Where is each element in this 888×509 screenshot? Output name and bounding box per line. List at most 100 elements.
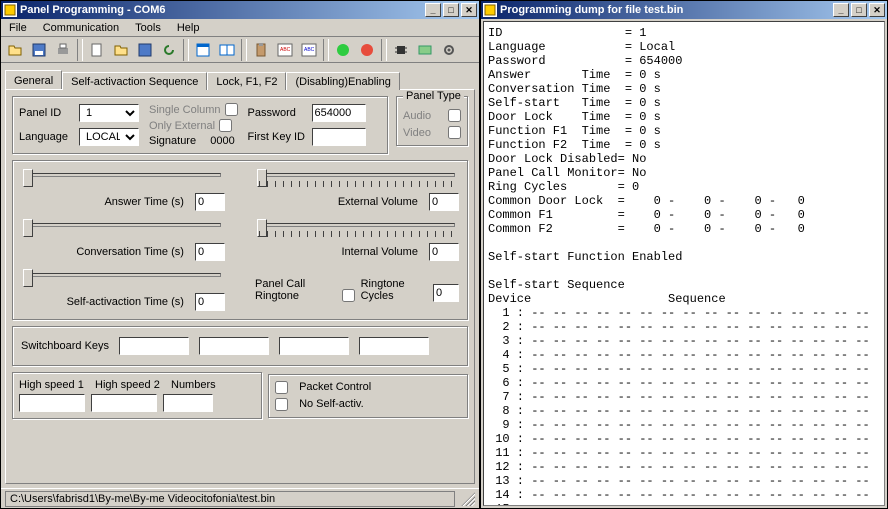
tool-folder-icon[interactable] bbox=[110, 39, 132, 61]
tool-red-ball-icon[interactable] bbox=[356, 39, 378, 61]
password-input[interactable] bbox=[312, 104, 366, 122]
minimize-button[interactable]: _ bbox=[425, 3, 441, 17]
menubar: File Communication Tools Help bbox=[1, 19, 479, 37]
signature-label: Signature bbox=[149, 135, 196, 147]
close-button[interactable]: ✕ bbox=[869, 3, 885, 17]
tool-open-icon[interactable] bbox=[4, 39, 26, 61]
app-icon bbox=[483, 3, 497, 17]
svg-text:ABC: ABC bbox=[304, 47, 315, 53]
close-button[interactable]: ✕ bbox=[461, 3, 477, 17]
numbers-label: Numbers bbox=[171, 379, 216, 391]
switchboard-label: Switchboard Keys bbox=[21, 340, 109, 352]
panel-type-label: Panel Type bbox=[403, 90, 464, 102]
tool-save-icon[interactable] bbox=[28, 39, 50, 61]
tool-dual-icon[interactable] bbox=[216, 39, 238, 61]
group-high-speed: High speed 1 High speed 2 Numbers bbox=[12, 372, 262, 419]
tab-row: General Self-activaction Sequence Lock, … bbox=[1, 67, 479, 89]
maximize-button[interactable]: □ bbox=[443, 3, 459, 17]
first-key-label: First Key ID bbox=[248, 131, 308, 143]
ringtone-cycles-label: Ringtone Cycles bbox=[361, 278, 427, 302]
menu-communication[interactable]: Communication bbox=[39, 21, 123, 35]
toolbar: ABC ABC bbox=[1, 37, 479, 63]
menu-tools[interactable]: Tools bbox=[131, 21, 165, 35]
switchboard-key-4[interactable] bbox=[359, 337, 429, 355]
high-speed-1-input[interactable] bbox=[19, 394, 85, 412]
group-options: Packet Control No Self-activ. bbox=[268, 374, 468, 418]
tool-green-ball-icon[interactable] bbox=[332, 39, 354, 61]
first-key-input[interactable] bbox=[312, 128, 366, 146]
password-label: Password bbox=[248, 107, 308, 119]
tab-enabling[interactable]: (Disabling)Enabling bbox=[286, 72, 399, 90]
answer-time-input[interactable] bbox=[195, 193, 225, 211]
tool-gear-icon[interactable] bbox=[438, 39, 460, 61]
selfact-time-slider[interactable] bbox=[21, 269, 225, 289]
high-speed-1-label: High speed 1 bbox=[19, 379, 89, 391]
only-external-check[interactable] bbox=[219, 119, 232, 132]
high-speed-2-input[interactable] bbox=[91, 394, 157, 412]
numbers-input[interactable] bbox=[163, 394, 213, 412]
window-title: Panel Programming - COM6 bbox=[20, 4, 165, 16]
maximize-button[interactable]: □ bbox=[851, 3, 867, 17]
selfact-time-input[interactable] bbox=[195, 293, 225, 311]
signature-value: 0000 bbox=[210, 135, 234, 147]
external-vol-label: External Volume bbox=[338, 196, 418, 208]
statusbar: C:\Users\fabrisd1\By-me\By-me Videocitof… bbox=[1, 488, 479, 508]
minimize-button[interactable]: _ bbox=[833, 3, 849, 17]
answer-time-label: Answer Time (s) bbox=[104, 196, 183, 208]
conv-time-input[interactable] bbox=[195, 243, 225, 261]
tab-selfact[interactable]: Self-activaction Sequence bbox=[62, 72, 207, 90]
group-panel-type: Panel Type Audio Video bbox=[396, 96, 468, 146]
internal-vol-slider[interactable] bbox=[255, 219, 459, 239]
selfact-time-label: Self-activaction Time (s) bbox=[67, 296, 184, 308]
tool-chip-icon[interactable] bbox=[390, 39, 412, 61]
switchboard-key-3[interactable] bbox=[279, 337, 349, 355]
external-vol-input[interactable] bbox=[429, 193, 459, 211]
panel-call-ringtone-check[interactable] bbox=[342, 289, 355, 302]
conv-time-label: Conversation Time (s) bbox=[76, 246, 184, 258]
audio-label: Audio bbox=[403, 110, 431, 122]
menu-help[interactable]: Help bbox=[173, 21, 204, 35]
high-speed-2-label: High speed 2 bbox=[95, 379, 165, 391]
internal-vol-input[interactable] bbox=[429, 243, 459, 261]
switchboard-key-2[interactable] bbox=[199, 337, 269, 355]
no-selfactiv-label: No Self-activ. bbox=[299, 398, 364, 410]
single-column-label: Single Column bbox=[149, 104, 221, 116]
ringtone-cycles-input[interactable] bbox=[433, 284, 459, 302]
tool-abc-rtf-icon[interactable]: ABC bbox=[298, 39, 320, 61]
only-external-label: Only External bbox=[149, 120, 215, 132]
tab-lock[interactable]: Lock, F1, F2 bbox=[207, 72, 286, 90]
dump-window: Programming dump for file test.bin _ □ ✕… bbox=[480, 0, 888, 509]
svg-text:ABC: ABC bbox=[280, 47, 291, 53]
tool-window-icon[interactable] bbox=[192, 39, 214, 61]
internal-vol-label: Internal Volume bbox=[342, 246, 418, 258]
titlebar-left[interactable]: Panel Programming - COM6 _ □ ✕ bbox=[1, 1, 479, 19]
resize-grip-icon[interactable] bbox=[461, 492, 475, 506]
language-select[interactable]: LOCAL bbox=[79, 128, 139, 146]
tab-general[interactable]: General bbox=[5, 70, 62, 89]
single-column-check[interactable] bbox=[225, 103, 238, 116]
menu-file[interactable]: File bbox=[5, 21, 31, 35]
tool-new-icon[interactable] bbox=[86, 39, 108, 61]
tool-abc-txt-icon[interactable]: ABC bbox=[274, 39, 296, 61]
switchboard-key-1[interactable] bbox=[119, 337, 189, 355]
audio-check[interactable] bbox=[448, 109, 461, 122]
conv-time-slider[interactable] bbox=[21, 219, 225, 239]
tool-refresh-icon[interactable] bbox=[158, 39, 180, 61]
tool-clipboard-icon[interactable] bbox=[250, 39, 272, 61]
dump-text[interactable]: ID = 1 Language = Local Password = 65400… bbox=[483, 21, 885, 506]
tab-body: Panel ID 1 Language LOCAL Single Column … bbox=[5, 89, 475, 484]
group-sliders: Answer Time (s) External Volume Conversa… bbox=[12, 160, 468, 320]
external-vol-slider[interactable] bbox=[255, 169, 459, 189]
language-label: Language bbox=[19, 131, 75, 143]
video-check[interactable] bbox=[448, 126, 461, 139]
panel-id-select[interactable]: 1 bbox=[79, 104, 139, 122]
tool-disk-icon[interactable] bbox=[134, 39, 156, 61]
no-selfactiv-check[interactable] bbox=[275, 398, 288, 411]
answer-time-slider[interactable] bbox=[21, 169, 225, 189]
panel-id-label: Panel ID bbox=[19, 107, 75, 119]
tool-board-icon[interactable] bbox=[414, 39, 436, 61]
titlebar-right[interactable]: Programming dump for file test.bin _ □ ✕ bbox=[481, 1, 887, 19]
video-label: Video bbox=[403, 127, 431, 139]
tool-print-icon[interactable] bbox=[52, 39, 74, 61]
packet-control-check[interactable] bbox=[275, 381, 288, 394]
